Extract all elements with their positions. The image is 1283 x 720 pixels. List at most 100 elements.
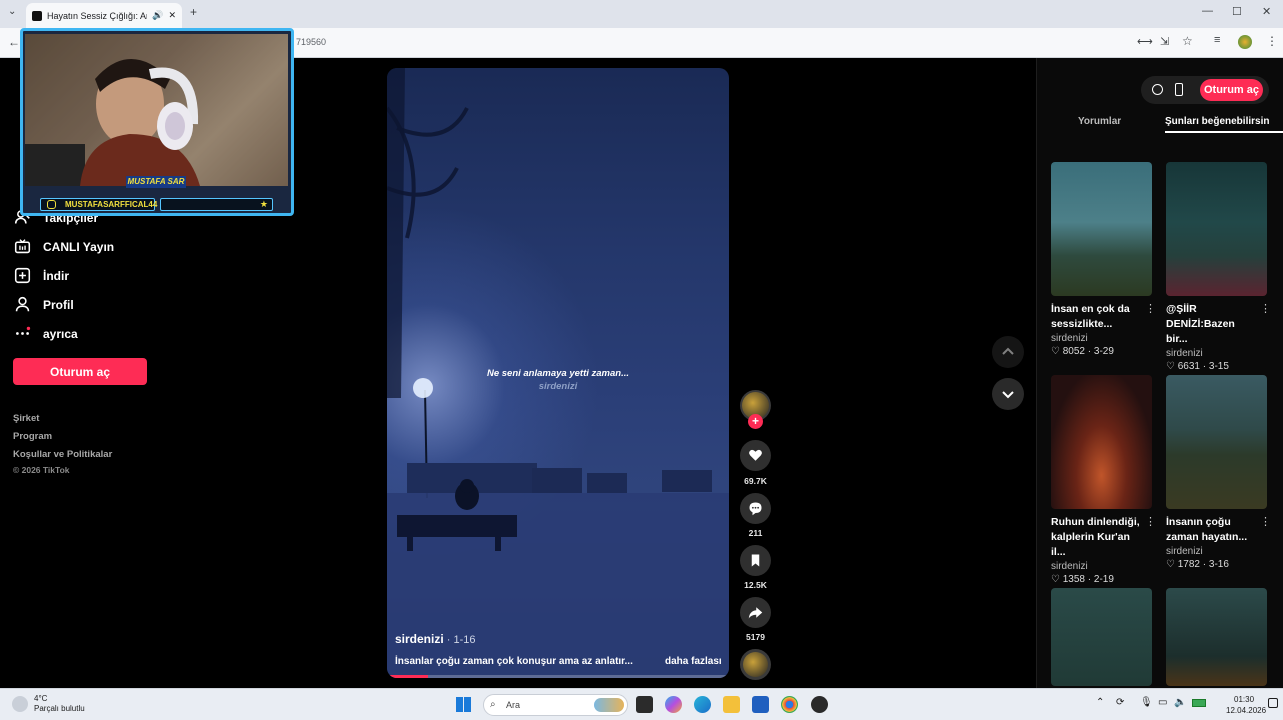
app-icon[interactable] — [811, 696, 828, 713]
taskbar-search[interactable]: ⌕ Ara — [483, 694, 628, 716]
weather-icon[interactable] — [12, 696, 28, 712]
weather-temperature[interactable]: 4°C — [34, 694, 47, 703]
window-close-icon[interactable]: ✕ — [1262, 5, 1271, 18]
recommendation-thumbnail — [1051, 588, 1152, 686]
show-more-link[interactable]: daha fazlası — [665, 656, 722, 667]
bookmark-icon — [751, 554, 760, 567]
copilot-icon[interactable] — [665, 696, 682, 713]
task-view-icon[interactable] — [636, 696, 653, 713]
recommendation-card-5[interactable] — [1051, 588, 1152, 686]
sidebar-item-download[interactable]: İndir — [14, 267, 69, 284]
compass-icon[interactable] — [1152, 84, 1163, 95]
reading-list-icon[interactable]: ≡ — [1214, 34, 1220, 46]
sidebar-item-more[interactable]: ayrıca — [14, 325, 78, 342]
music-disc[interactable] — [740, 649, 771, 680]
notification-icon[interactable] — [1268, 698, 1278, 708]
recommendation-card-4[interactable]: İnsanın çoğu zaman hayatın... sirdenizi … — [1166, 375, 1271, 570]
heart-icon — [749, 449, 762, 461]
recommendation-card-2[interactable]: @ŞİİR DENİZİ:Bazen bir... sirdenizi ♡ 66… — [1166, 162, 1271, 372]
tab-close-icon[interactable]: ✕ — [168, 10, 176, 21]
file-explorer-icon[interactable] — [723, 696, 740, 713]
minimize-icon[interactable]: — — [1202, 5, 1213, 17]
windows-start-icon[interactable] — [456, 697, 471, 712]
recommendation-title: Ruhun dinlendiği, kalplerin Kur'an il... — [1051, 516, 1140, 558]
video-progress-bar[interactable] — [387, 675, 729, 678]
audio-icon[interactable]: 🔊 — [152, 10, 163, 21]
recommendation-likes: 8052 — [1062, 346, 1085, 357]
footer-company-link[interactable]: Şirket — [13, 413, 39, 424]
video-description: İnsanlar çoğu zaman çok konuşur ama az a… — [395, 656, 633, 667]
recommendation-author: sirdenizi — [1166, 348, 1203, 359]
translate-icon[interactable]: ⟷ — [1137, 35, 1153, 48]
profile-avatar[interactable] — [1238, 35, 1252, 49]
recommendation-stats: ♡ 8052 · 3-29 — [1051, 346, 1114, 357]
tray-sync-icon[interactable]: ⟳ — [1116, 697, 1124, 708]
share-icon — [748, 607, 763, 619]
tray-network-icon[interactable]: ▭ — [1158, 697, 1167, 708]
more-options-icon[interactable]: ⋮ — [1145, 515, 1156, 528]
clock-time[interactable]: 01:30 — [1234, 695, 1254, 704]
browser-tab[interactable]: Hayatın Sessiz Çığlığı: Anlatı 🔊 ✕ — [26, 3, 182, 28]
video-author-name[interactable]: sirdenizi — [395, 632, 444, 646]
more-options-icon[interactable]: ⋮ — [1260, 302, 1271, 315]
video-progress-fill — [387, 675, 429, 678]
sidebar-item-live[interactable]: CANLI Yayın — [14, 238, 114, 255]
video-caption: Ne seni anlamaya yetti zaman... — [486, 368, 630, 379]
more-options-icon[interactable]: ⋮ — [1260, 515, 1271, 528]
heart-outline-icon: ♡ — [1051, 346, 1060, 357]
recommendation-stats: ♡ 1782 · 3-16 — [1166, 559, 1229, 570]
tray-microphone-icon[interactable]: 🎙 — [1140, 697, 1153, 708]
search-highlight-image — [594, 698, 624, 712]
install-icon[interactable]: ⇲ — [1160, 35, 1169, 48]
more-options-icon[interactable]: ⋮ — [1145, 302, 1156, 315]
video-watermark: sirdenizi — [538, 381, 578, 392]
music-disc-image — [743, 652, 768, 677]
tray-volume-icon[interactable]: 🔈 — [1174, 697, 1186, 708]
url-text[interactable]: 719560 — [296, 37, 326, 47]
sidebar-item-profile[interactable]: Profil — [14, 296, 74, 313]
recommendation-card-6[interactable] — [1166, 588, 1267, 686]
new-tab-icon[interactable]: + — [190, 5, 197, 19]
video-player[interactable]: Ne seni anlamaya yetti zaman... sirdeniz… — [387, 68, 729, 678]
star-icon: ★ — [259, 199, 268, 209]
recommendation-card-3[interactable]: Ruhun dinlendiği, kalplerin Kur'an il...… — [1051, 375, 1156, 585]
login-button-top[interactable]: Oturum aç — [1200, 79, 1263, 101]
follow-plus-icon[interactable]: + — [748, 414, 763, 429]
previous-video-button[interactable] — [992, 336, 1024, 368]
like-button[interactable] — [740, 440, 771, 471]
bookmark-star-icon[interactable]: ☆ — [1182, 34, 1193, 48]
phone-icon[interactable] — [1175, 83, 1183, 96]
chrome-icon[interactable] — [781, 696, 798, 713]
video-author[interactable]: sirdenizi · 1-16 — [395, 632, 475, 646]
recommendation-thumbnail — [1166, 162, 1267, 296]
share-button[interactable] — [740, 597, 771, 628]
recommendation-date: 3-16 — [1208, 559, 1229, 570]
recommendation-author: sirdenizi — [1051, 561, 1088, 572]
author-avatar[interactable]: + — [740, 390, 771, 429]
edge-icon[interactable] — [694, 696, 711, 713]
save-button[interactable] — [740, 545, 771, 576]
webcam-overlay: MUSTAFA SAR MUSTAFASARFFICAL44 ★ — [20, 28, 294, 216]
recommendation-title: @ŞİİR DENİZİ:Bazen bir... — [1166, 303, 1235, 345]
tab-you-may-like[interactable]: Şunları beğenebilirsin — [1165, 116, 1283, 127]
recommendation-thumbnail — [1051, 375, 1152, 509]
footer-program-link[interactable]: Program — [13, 431, 52, 442]
recommendation-likes: 1358 — [1062, 574, 1085, 585]
store-icon[interactable] — [752, 696, 769, 713]
footer-terms-link[interactable]: Koşullar ve Politikalar — [13, 449, 112, 460]
login-button[interactable]: Oturum aç — [13, 358, 147, 385]
maximize-icon[interactable]: ☐ — [1232, 5, 1242, 18]
tab-comments[interactable]: Yorumlar — [1078, 116, 1121, 127]
browser-menu-icon[interactable]: ⋮ — [1266, 34, 1278, 48]
recommendation-card-1[interactable]: İnsan en çok da sessizlikte... sirdenizi… — [1051, 162, 1156, 357]
tab-list-icon[interactable]: ⌄ — [8, 6, 16, 17]
weather-description[interactable]: Parçalı bulutlu — [34, 704, 85, 713]
chevron-up-icon — [1002, 347, 1014, 355]
heart-outline-icon: ♡ — [1051, 574, 1060, 585]
clock-date[interactable]: 12.04.2026 — [1226, 706, 1266, 715]
next-video-button[interactable] — [992, 378, 1024, 410]
tray-battery-icon[interactable] — [1192, 699, 1206, 707]
tray-chevron-icon[interactable]: ⌃ — [1096, 697, 1104, 708]
back-icon[interactable]: ← — [8, 35, 20, 49]
comment-button[interactable] — [740, 493, 771, 524]
